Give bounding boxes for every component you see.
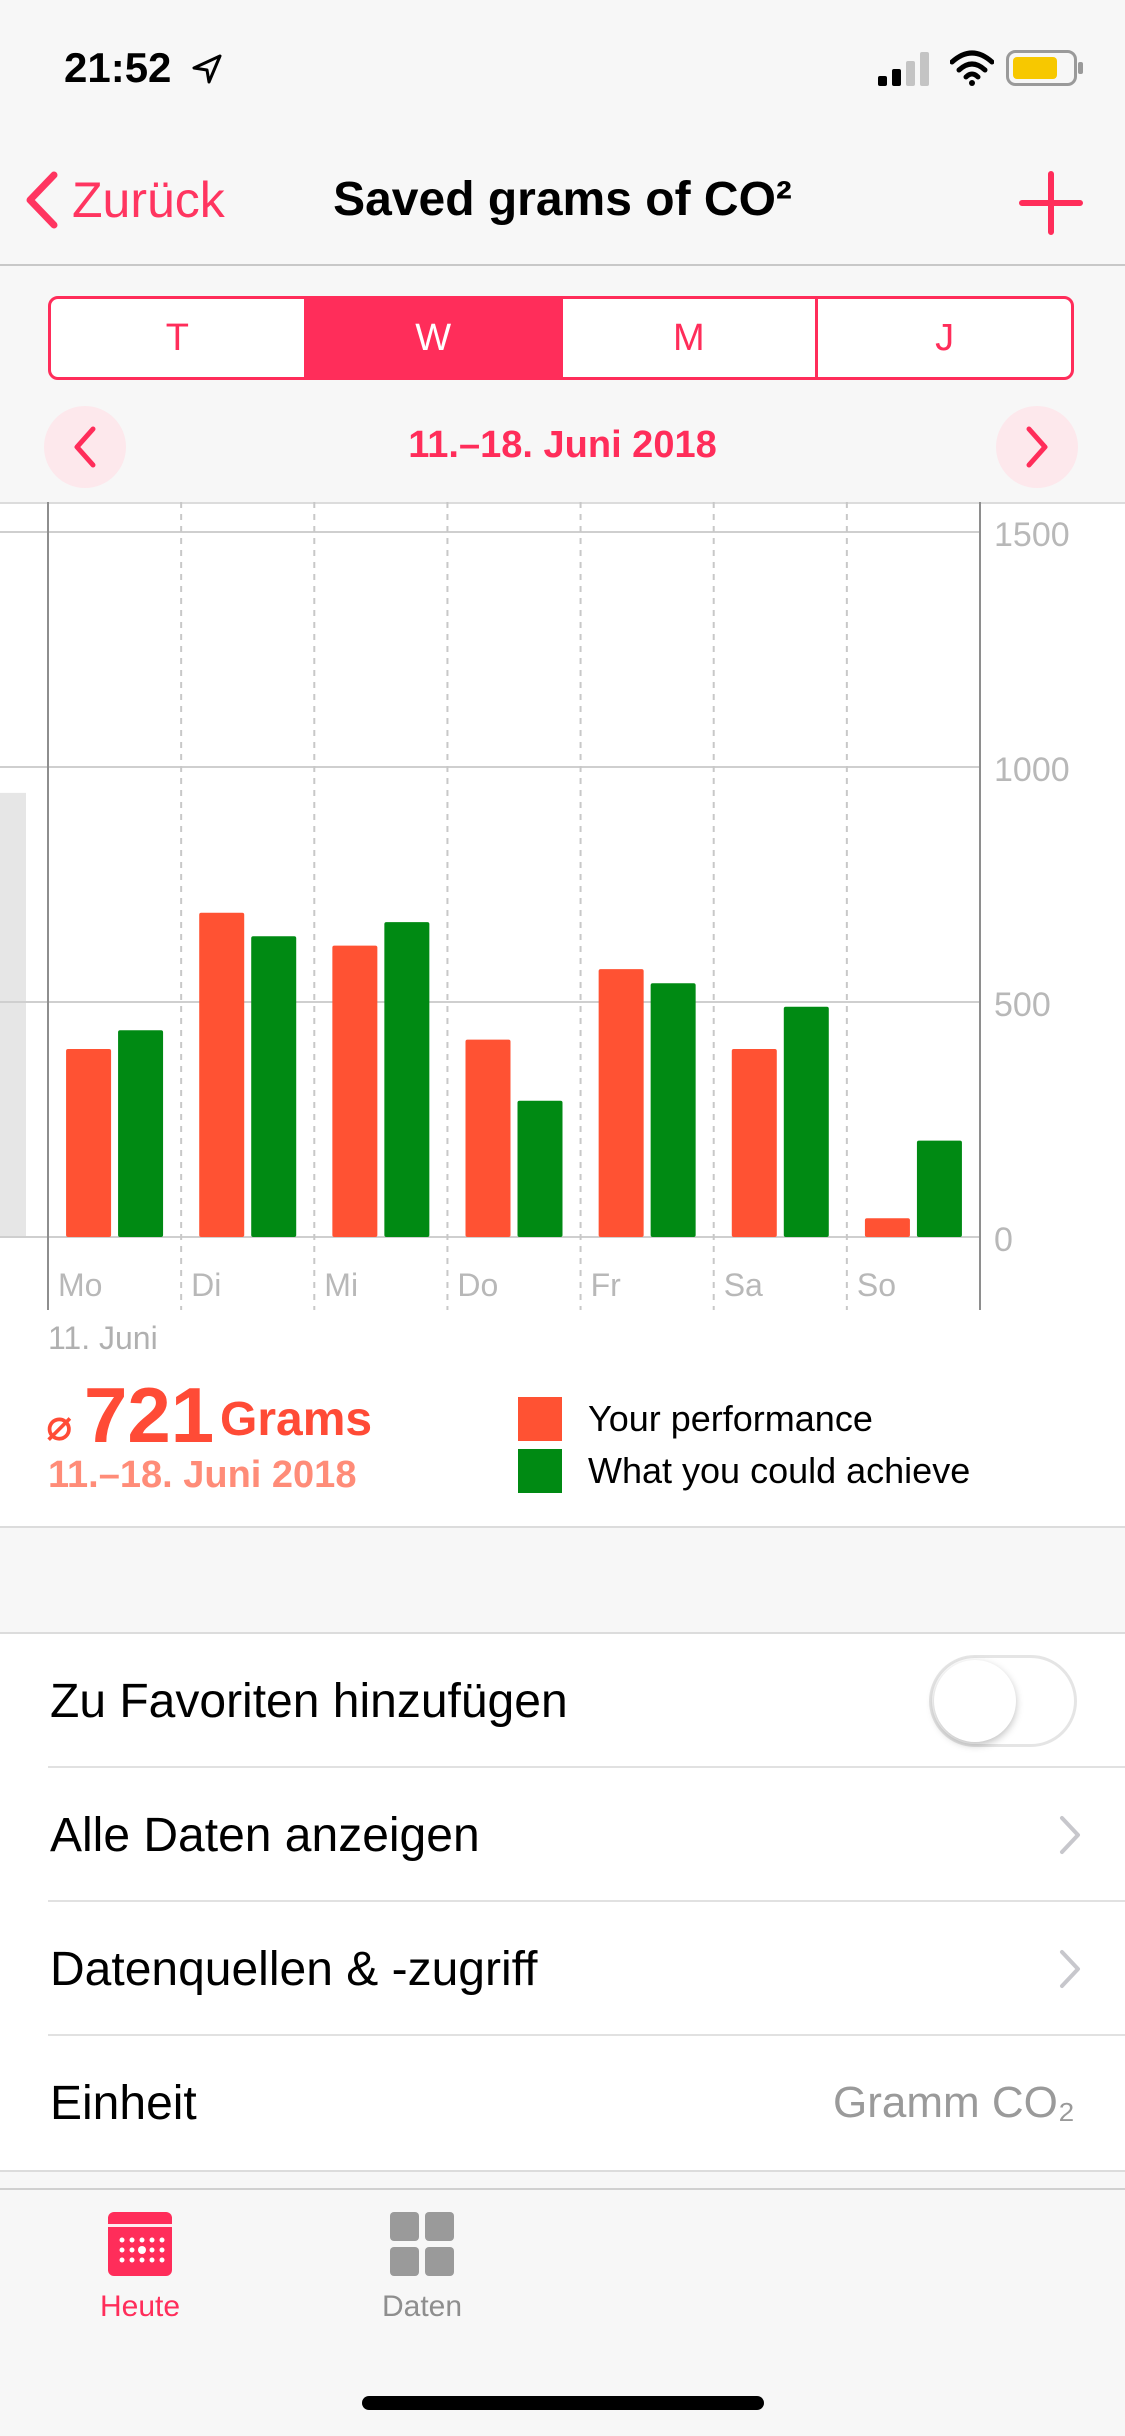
nav-divider — [0, 264, 1125, 266]
tab-daten-label: Daten — [381, 2290, 463, 2323]
y-tick-label: 0 — [994, 1221, 1013, 1259]
unit-row[interactable]: Einheit Gramm CO₂ — [0, 2036, 1125, 2170]
unit-label: Einheit — [50, 2076, 197, 2130]
x-tick-label: Mi — [324, 1267, 358, 1303]
legend-achieve-label: What you could achieve — [588, 1450, 971, 1491]
x-tick-label: Sa — [724, 1267, 763, 1303]
bar-performance — [864, 1218, 910, 1237]
chart-first-day-label: 11. Juni — [48, 1320, 158, 1356]
segment-month[interactable]: M — [559, 299, 816, 377]
average-value: 721 — [84, 1371, 215, 1459]
all-data-row[interactable]: Alle Daten anzeigen — [0, 1768, 1125, 1902]
chevron-right-icon — [1060, 1950, 1080, 1988]
bar-performance — [66, 1049, 112, 1237]
bar-achieve — [384, 922, 430, 1237]
legend-performance-label: Your performance — [588, 1398, 873, 1439]
calendar-icon — [108, 2212, 172, 2276]
tab-daten[interactable]: Daten — [322, 2210, 522, 2324]
segment-day[interactable]: T — [51, 299, 304, 377]
x-tick-label: So — [857, 1267, 896, 1303]
status-time: 21:52 — [64, 44, 172, 91]
legend-achieve-swatch — [518, 1449, 562, 1493]
data-sources-label: Datenquellen & -zugriff — [50, 1942, 538, 1996]
bar-achieve — [118, 1030, 164, 1237]
bar-achieve — [650, 983, 696, 1237]
add-icon[interactable] — [1016, 168, 1086, 238]
favorites-row[interactable]: Zu Favoriten hinzufügen — [0, 1634, 1125, 1768]
bar-performance — [332, 945, 378, 1237]
settings-list: Zu Favoriten hinzufügen Alle Daten anzei… — [0, 1632, 1125, 2172]
average-date-range: 11.–18. Juni 2018 — [48, 1454, 357, 1496]
average-unit: Grams — [220, 1393, 373, 1446]
bar-performance — [465, 1039, 511, 1237]
unit-value: Gramm CO₂ — [833, 2078, 1075, 2127]
bar-performance — [598, 969, 644, 1237]
y-tick-label: 1000 — [994, 751, 1070, 789]
segment-year[interactable]: J — [815, 299, 1071, 377]
wifi-icon — [950, 50, 994, 86]
toggle-knob — [934, 1660, 1016, 1742]
bar-achieve — [916, 1140, 962, 1237]
data-sources-row[interactable]: Datenquellen & -zugriff — [0, 1902, 1125, 2036]
bar-chart: 1500 1000 500 0 Mo Di Mi Do Fr Sa So — [0, 502, 1070, 1310]
home-indicator — [362, 2396, 764, 2410]
battery-icon — [1006, 50, 1083, 86]
page-title: Saved grams of CO² — [333, 173, 792, 226]
bar-performance — [199, 912, 245, 1237]
bar-achieve — [517, 1100, 563, 1237]
date-range: 11.–18. Juni 2018 — [408, 424, 717, 466]
y-tick-label: 500 — [994, 986, 1051, 1024]
x-tick-label: Fr — [591, 1267, 622, 1303]
favorites-label: Zu Favoriten hinzufügen — [50, 1674, 568, 1728]
tab-heute[interactable]: Heute — [40, 2210, 240, 2324]
period-segmented-control: T W M J — [48, 296, 1074, 380]
cellular-signal-icon — [878, 52, 929, 86]
tab-heute-label: Heute — [99, 2290, 181, 2323]
all-data-label: Alle Daten anzeigen — [50, 1808, 480, 1862]
location-arrow-icon — [192, 54, 222, 84]
y-tick-label: 1500 — [994, 516, 1070, 554]
bar-achieve — [251, 936, 297, 1237]
favorites-toggle[interactable] — [929, 1655, 1077, 1747]
x-tick-label: Do — [457, 1267, 498, 1303]
grid-icon — [390, 2212, 454, 2276]
previous-period-bar — [0, 792, 26, 1237]
bar-achieve — [783, 1006, 829, 1237]
bar-performance — [731, 1049, 777, 1237]
average-symbol: ⌀ — [46, 1401, 73, 1450]
legend-performance-swatch — [518, 1397, 562, 1441]
segment-week[interactable]: W — [303, 299, 560, 377]
x-tick-label: Mo — [58, 1267, 102, 1303]
next-period-button[interactable] — [996, 406, 1078, 488]
chevron-right-icon — [1060, 1816, 1080, 1854]
chevron-right-icon — [1026, 426, 1048, 468]
x-tick-label: Di — [191, 1267, 221, 1303]
